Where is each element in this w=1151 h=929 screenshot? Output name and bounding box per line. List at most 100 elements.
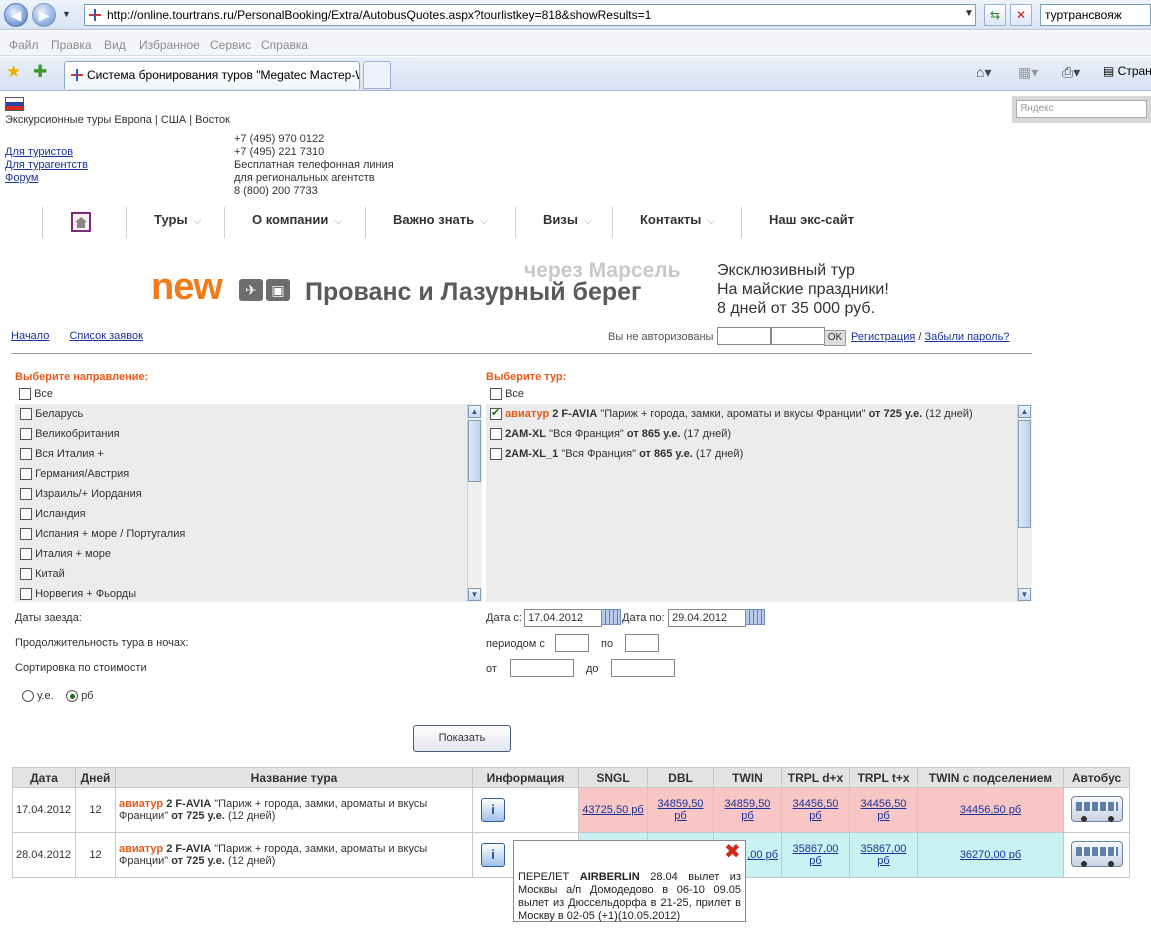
- forward-button[interactable]: ▶: [32, 3, 56, 27]
- nav-visas[interactable]: Визы ⌵: [543, 212, 592, 227]
- history-dropdown-icon[interactable]: ▼: [62, 9, 71, 19]
- date-to-input[interactable]: 29.04.2012: [668, 609, 746, 627]
- price-link[interactable]: 34456,50 рб: [861, 798, 907, 822]
- login-input[interactable]: [717, 327, 771, 345]
- menu-file[interactable]: Файл: [9, 38, 39, 52]
- checkbox[interactable]: [20, 408, 32, 421]
- crumb-orders[interactable]: Список заявок: [69, 330, 142, 342]
- checkbox[interactable]: [490, 388, 502, 401]
- yandex-input[interactable]: Яндекс: [1016, 100, 1147, 118]
- menu-tools[interactable]: Сервис: [210, 38, 251, 52]
- russian-flag-icon[interactable]: [5, 97, 24, 111]
- password-input[interactable]: [771, 327, 825, 345]
- forgot-password-link[interactable]: Забыли пароль?: [925, 331, 1010, 343]
- currency-rub-radio[interactable]: рб: [66, 690, 93, 703]
- menu-view[interactable]: Вид: [104, 38, 126, 52]
- info-icon[interactable]: i: [481, 843, 505, 867]
- list-item[interactable]: Испания + море / Португалия: [20, 528, 185, 541]
- link-forum[interactable]: Форум: [5, 172, 88, 185]
- nights-from-input[interactable]: [555, 634, 589, 652]
- list-item[interactable]: Исландия: [20, 508, 86, 521]
- checkbox[interactable]: [20, 568, 32, 581]
- list-item[interactable]: Великобритания: [20, 428, 120, 441]
- direction-all[interactable]: Все: [19, 388, 53, 401]
- scroll-up-icon[interactable]: ▲: [468, 405, 481, 418]
- scroll-down-icon[interactable]: ▼: [468, 588, 481, 601]
- tour-all[interactable]: Все: [490, 388, 524, 401]
- price-link[interactable]: 36270,00 рб: [960, 849, 1021, 861]
- close-icon[interactable]: ✖: [724, 842, 741, 862]
- list-item[interactable]: Германия/Австрия: [20, 468, 129, 481]
- nav-important[interactable]: Важно знать ⌵: [393, 212, 488, 227]
- list-item[interactable]: Вся Италия +: [20, 448, 104, 461]
- checkbox[interactable]: [20, 548, 32, 561]
- price-link[interactable]: 43725,50 рб: [582, 804, 643, 816]
- checkbox[interactable]: [490, 448, 502, 461]
- link-for-agencies[interactable]: Для турагентств: [5, 159, 88, 172]
- calendar-icon[interactable]: [745, 609, 765, 625]
- nights-to-input[interactable]: [625, 634, 659, 652]
- price-from-input[interactable]: [510, 659, 574, 677]
- refresh-icon[interactable]: ⇆: [984, 4, 1006, 26]
- checkbox[interactable]: [20, 468, 32, 481]
- stop-icon[interactable]: ✕: [1010, 4, 1032, 26]
- price-link[interactable]: 34456,50 рб: [960, 804, 1021, 816]
- scroll-up-icon[interactable]: ▲: [1018, 405, 1031, 418]
- checkbox-checked[interactable]: [490, 406, 502, 421]
- register-link[interactable]: Регистрация: [851, 331, 915, 343]
- price-link[interactable]: 35867,00 рб: [861, 843, 907, 867]
- calendar-icon[interactable]: [601, 609, 621, 625]
- checkbox[interactable]: [20, 448, 32, 461]
- crumb-start[interactable]: Начало: [11, 330, 49, 342]
- back-button[interactable]: ◀: [4, 3, 28, 27]
- banner-new[interactable]: new: [151, 266, 223, 309]
- list-item[interactable]: Беларусь: [20, 408, 83, 421]
- tour-item[interactable]: авиатур 2 F-AVIA "Париж + города, замки,…: [490, 406, 973, 421]
- new-tab-button[interactable]: [363, 61, 391, 89]
- browser-search-input[interactable]: туртрансвояж: [1040, 4, 1151, 26]
- rss-icon[interactable]: ▦▾: [1018, 64, 1038, 81]
- radio-selected[interactable]: [66, 690, 78, 703]
- menu-edit[interactable]: Правка: [51, 38, 92, 52]
- scroll-thumb[interactable]: [468, 420, 481, 482]
- price-link[interactable]: ,00 рб: [747, 849, 778, 861]
- banner-promo[interactable]: Эксклюзивный тур На майские праздники! 8…: [717, 261, 889, 318]
- page-menu-button[interactable]: ▤ Стран: [1103, 64, 1151, 78]
- list-item[interactable]: Норвегия + Фьорды: [20, 588, 136, 601]
- show-button[interactable]: Показать: [413, 725, 511, 752]
- price-link[interactable]: 34859,50 рб: [725, 798, 771, 822]
- price-link[interactable]: 34456,50 рб: [793, 798, 839, 822]
- address-dropdown-icon[interactable]: ▼: [964, 8, 974, 19]
- date-from-input[interactable]: 17.04.2012: [524, 609, 602, 627]
- tab-active[interactable]: Система бронирования туров "Megatec Маст…: [64, 61, 360, 89]
- checkbox[interactable]: [20, 508, 32, 521]
- scroll-down-icon[interactable]: ▼: [1018, 588, 1031, 601]
- bus-icon[interactable]: [1070, 795, 1123, 822]
- list-item[interactable]: Италия + море: [20, 548, 111, 561]
- price-link[interactable]: 35867,00 рб: [793, 843, 839, 867]
- price-link[interactable]: 34859,50 рб: [658, 798, 704, 822]
- nav-ex-site[interactable]: Наш экс-сайт: [769, 212, 854, 227]
- nav-home-icon[interactable]: [71, 212, 91, 232]
- address-bar[interactable]: http://online.tourtrans.ru/PersonalBooki…: [84, 4, 976, 26]
- yandex-search-box[interactable]: Яндекс: [1012, 96, 1151, 123]
- tour-item[interactable]: 2AM-XL "Вся Франция" от 865 у.е. (17 дне…: [490, 428, 731, 441]
- radio[interactable]: [22, 690, 34, 703]
- checkbox[interactable]: [20, 428, 32, 441]
- nav-contacts[interactable]: Контакты ⌵: [640, 212, 715, 227]
- bus-icon[interactable]: [1070, 840, 1123, 867]
- menu-favorites[interactable]: Избранное: [139, 38, 200, 52]
- menu-help[interactable]: Справка: [261, 38, 308, 52]
- banner-title[interactable]: Прованс и Лазурный берег: [305, 278, 641, 307]
- nav-tours[interactable]: Туры ⌵: [154, 212, 201, 227]
- checkbox[interactable]: [20, 528, 32, 541]
- print-icon[interactable]: ⎙▾: [1062, 64, 1080, 81]
- scroll-thumb[interactable]: [1018, 420, 1031, 528]
- list-item[interactable]: Израиль/+ Иордания: [20, 488, 142, 501]
- price-to-input[interactable]: [611, 659, 675, 677]
- list-item[interactable]: Китай: [20, 568, 65, 581]
- currency-ue-radio[interactable]: у.е.: [22, 690, 54, 703]
- link-for-tourists[interactable]: Для туристов: [5, 146, 88, 159]
- home-icon[interactable]: ⌂▾: [976, 64, 991, 81]
- info-icon[interactable]: i: [481, 798, 505, 822]
